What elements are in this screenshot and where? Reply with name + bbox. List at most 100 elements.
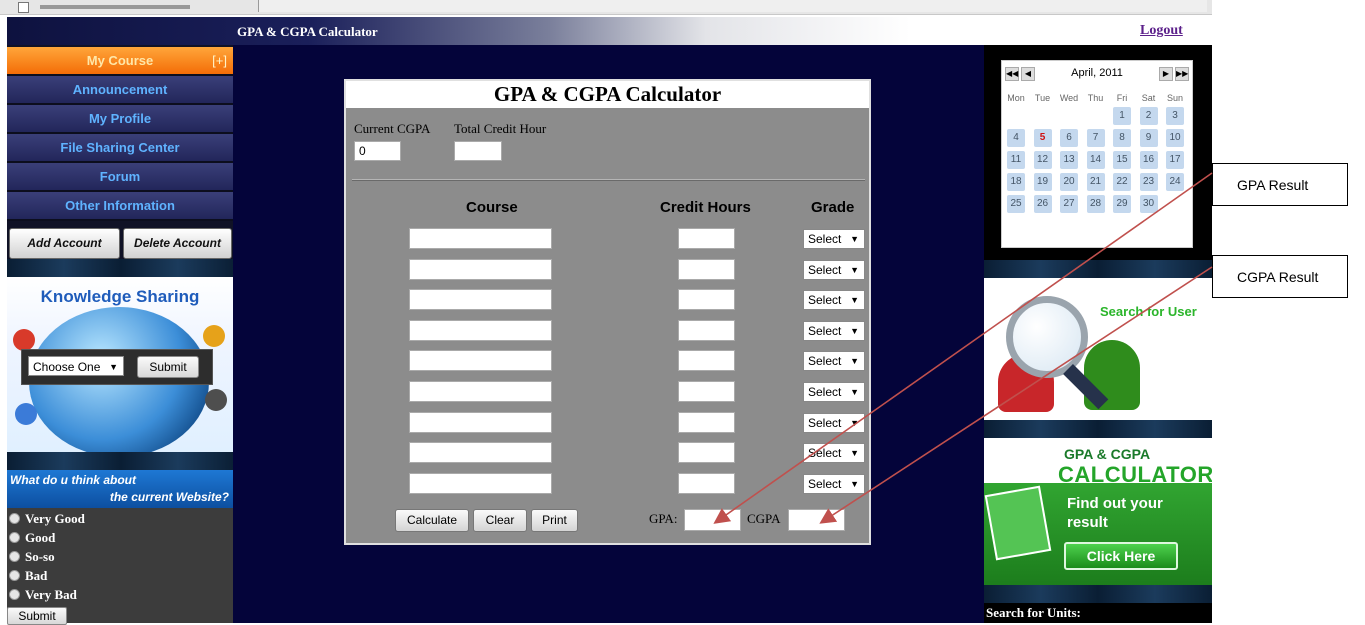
poll-option-so-so[interactable]: So-so bbox=[9, 548, 55, 566]
credit-hours-input[interactable] bbox=[678, 381, 735, 402]
course-input[interactable] bbox=[409, 289, 552, 311]
credit-hours-input[interactable] bbox=[678, 350, 735, 372]
print-button[interactable]: Print bbox=[531, 509, 578, 532]
credit-hours-input[interactable] bbox=[678, 258, 735, 280]
radio-icon[interactable] bbox=[9, 513, 20, 524]
calendar-day[interactable]: 19 bbox=[1033, 173, 1052, 191]
knowledge-submit-button[interactable]: Submit bbox=[137, 356, 199, 378]
calendar-day[interactable]: 3 bbox=[1166, 107, 1184, 125]
radio-icon[interactable] bbox=[9, 551, 20, 562]
nav-item-other-information[interactable]: Other Information bbox=[7, 192, 233, 221]
grade-select[interactable]: Select ▼ bbox=[803, 259, 865, 280]
chevron-down-icon: ▼ bbox=[850, 356, 859, 367]
course-input[interactable] bbox=[409, 258, 552, 280]
calendar-day[interactable]: 1 bbox=[1113, 107, 1131, 125]
calendar-day[interactable]: 14 bbox=[1086, 151, 1105, 169]
click-here-button[interactable]: Click Here bbox=[1064, 542, 1178, 570]
course-input[interactable] bbox=[409, 472, 552, 494]
nav-item-my-course[interactable]: My Course [+] bbox=[7, 47, 233, 76]
grade-select[interactable]: Select ▼ bbox=[803, 351, 865, 372]
radio-icon[interactable] bbox=[9, 532, 20, 543]
calendar-day[interactable]: 28 bbox=[1086, 195, 1105, 213]
grade-select[interactable]: Select ▼ bbox=[803, 290, 865, 311]
decorative-stripe bbox=[984, 585, 1212, 603]
calendar-day[interactable]: 26 bbox=[1033, 195, 1052, 213]
calendar-day[interactable]: 24 bbox=[1166, 173, 1184, 191]
credit-hours-input[interactable] bbox=[678, 411, 735, 433]
calendar-day[interactable]: 10 bbox=[1166, 129, 1184, 147]
credit-hours-input[interactable] bbox=[678, 442, 735, 464]
chevron-down-icon: ▼ bbox=[109, 362, 118, 372]
poll-option-bad[interactable]: Bad bbox=[9, 567, 47, 585]
calendar-day[interactable]: 4 bbox=[1007, 129, 1025, 147]
poll-option-very-good[interactable]: Very Good bbox=[9, 510, 85, 528]
course-input[interactable] bbox=[409, 381, 552, 402]
grade-select[interactable]: Select ▼ bbox=[803, 473, 865, 494]
credit-hours-input[interactable] bbox=[678, 472, 735, 494]
calculate-button[interactable]: Calculate bbox=[395, 509, 469, 532]
calendar-day[interactable]: 8 bbox=[1113, 129, 1131, 147]
calendar-day[interactable]: 5 bbox=[1033, 129, 1052, 147]
total-credit-input[interactable] bbox=[454, 141, 502, 161]
calendar-day[interactable]: 18 bbox=[1007, 173, 1025, 191]
grade-select[interactable]: Select ▼ bbox=[803, 320, 865, 341]
calendar-day[interactable]: 7 bbox=[1086, 129, 1105, 147]
credit-hours-input[interactable] bbox=[678, 228, 735, 249]
clear-button[interactable]: Clear bbox=[473, 509, 527, 532]
add-account-button[interactable]: Add Account bbox=[9, 228, 120, 259]
nav-item-announcement[interactable]: Announcement bbox=[7, 76, 233, 105]
poll-option-good[interactable]: Good bbox=[9, 529, 55, 547]
credit-hours-input[interactable] bbox=[678, 289, 735, 311]
grade-select-value: Select bbox=[808, 385, 842, 399]
gpa-calculator-banner[interactable]: GPA & CGPA CALCULATOR Find out your resu… bbox=[984, 438, 1212, 588]
calendar-day[interactable]: 25 bbox=[1007, 195, 1025, 213]
calendar-day[interactable]: 21 bbox=[1086, 173, 1105, 191]
course-input[interactable] bbox=[409, 442, 552, 464]
current-cgpa-input[interactable]: 0 bbox=[354, 141, 401, 161]
credit-hours-input[interactable] bbox=[678, 319, 735, 341]
grade-select[interactable]: Select ▼ bbox=[803, 229, 865, 249]
poll-option-label: Very Good bbox=[25, 511, 85, 526]
checkbox[interactable] bbox=[18, 2, 29, 13]
calendar-day[interactable]: 30 bbox=[1139, 195, 1158, 213]
calendar-day[interactable]: 27 bbox=[1060, 195, 1078, 213]
nav-item-file-sharing[interactable]: File Sharing Center bbox=[7, 134, 233, 163]
grade-select-value: Select bbox=[808, 323, 842, 338]
grade-select[interactable]: Select ▼ bbox=[803, 382, 865, 402]
calendar-day[interactable]: 17 bbox=[1166, 151, 1184, 169]
next-year-icon[interactable]: ▶▶ bbox=[1175, 67, 1189, 81]
course-input[interactable] bbox=[409, 411, 552, 433]
course-input[interactable] bbox=[409, 319, 552, 341]
calendar-day[interactable]: 15 bbox=[1113, 151, 1131, 169]
calendar-day[interactable]: 2 bbox=[1139, 107, 1158, 125]
poll-option-very-bad[interactable]: Very Bad bbox=[9, 586, 77, 604]
next-month-icon[interactable]: ▶ bbox=[1159, 67, 1173, 81]
nav-item-forum[interactable]: Forum bbox=[7, 163, 233, 192]
search-users-label: Search for User bbox=[1100, 304, 1197, 319]
calendar-day[interactable]: 23 bbox=[1139, 173, 1158, 191]
grade-select[interactable]: Select ▼ bbox=[803, 443, 865, 464]
radio-icon[interactable] bbox=[9, 570, 20, 581]
grade-select[interactable]: Select ▼ bbox=[803, 412, 865, 433]
poll-submit-button[interactable]: Submit bbox=[7, 607, 67, 625]
search-users-banner[interactable]: Search for User bbox=[984, 278, 1212, 420]
nav-item-my-profile[interactable]: My Profile bbox=[7, 105, 233, 134]
calendar-day[interactable]: 6 bbox=[1060, 129, 1078, 147]
calendar-day[interactable]: 16 bbox=[1139, 151, 1158, 169]
search-units-label: Search for Units: bbox=[986, 605, 1081, 620]
expand-icon[interactable]: [+] bbox=[212, 47, 227, 74]
radio-icon[interactable] bbox=[9, 589, 20, 600]
calendar-day[interactable]: 13 bbox=[1060, 151, 1078, 169]
calendar-day[interactable]: 9 bbox=[1139, 129, 1158, 147]
calendar-day[interactable]: 29 bbox=[1113, 195, 1131, 213]
knowledge-sharing-title: Knowledge Sharing bbox=[40, 287, 200, 306]
course-input[interactable] bbox=[409, 228, 552, 249]
delete-account-button[interactable]: Delete Account bbox=[123, 228, 232, 259]
choose-one-select[interactable]: Choose One ▼ bbox=[28, 356, 124, 376]
calendar-day[interactable]: 12 bbox=[1033, 151, 1052, 169]
calendar-day[interactable]: 11 bbox=[1007, 151, 1025, 169]
calendar-day[interactable]: 20 bbox=[1060, 173, 1078, 191]
calendar-day[interactable]: 22 bbox=[1113, 173, 1131, 191]
logout-link[interactable]: Logout bbox=[1140, 23, 1183, 39]
course-input[interactable] bbox=[409, 350, 552, 372]
